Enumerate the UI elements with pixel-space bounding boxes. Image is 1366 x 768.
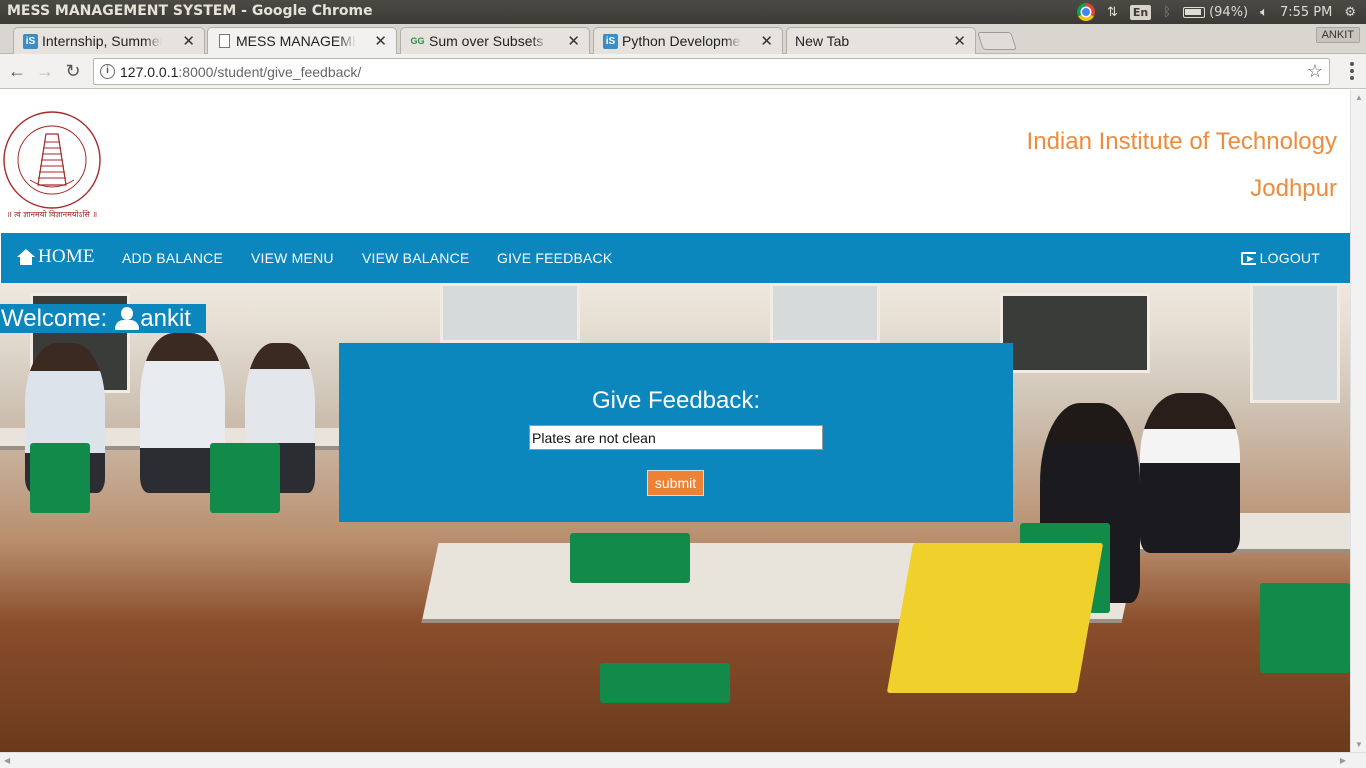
welcome-username: ankit bbox=[140, 305, 191, 332]
yellow-chair bbox=[886, 543, 1104, 693]
is-favicon-icon: iS bbox=[603, 34, 618, 49]
browser-tab[interactable]: New Tab ✕ bbox=[786, 27, 976, 54]
tab-close-icon[interactable]: ✕ bbox=[374, 32, 387, 50]
keyboard-layout-indicator[interactable]: En bbox=[1129, 4, 1152, 20]
clock[interactable]: 7:55 PM bbox=[1280, 5, 1332, 20]
logo-motto: ॥ त्वं ज्ञानमयो विज्ञानमयोऽसि ॥ bbox=[7, 209, 97, 219]
submit-button[interactable]: submit bbox=[647, 470, 704, 496]
browser-menu-icon[interactable] bbox=[1350, 62, 1354, 80]
battery-indicator[interactable]: (94%) bbox=[1183, 5, 1248, 20]
vertical-scrollbar[interactable]: ▲ ▼ bbox=[1350, 90, 1366, 752]
is-favicon-icon: iS bbox=[23, 34, 38, 49]
address-bar[interactable]: i 127.0.0.1:8000/student/give_feedback/ … bbox=[93, 58, 1330, 85]
url-host: 127.0.0.1 bbox=[120, 64, 179, 80]
nav-home-link[interactable]: HOME bbox=[17, 246, 95, 268]
main-navbar: HOME ADD BALANCE VIEW MENU VIEW BALANCE … bbox=[1, 233, 1350, 283]
network-icon[interactable]: ⇅ bbox=[1107, 5, 1118, 20]
green-chair bbox=[30, 443, 90, 513]
student-figure bbox=[1140, 393, 1240, 553]
welcome-label: Welcome: bbox=[1, 305, 108, 332]
back-arrow-icon[interactable]: ← bbox=[6, 60, 28, 82]
tab-title: Sum over Subsets | bbox=[429, 33, 549, 49]
site-info-icon[interactable]: i bbox=[100, 64, 115, 79]
browser-tab[interactable]: GG Sum over Subsets | ✕ bbox=[400, 27, 590, 54]
tab-title: New Tab bbox=[795, 33, 850, 49]
green-chair bbox=[210, 443, 280, 513]
window bbox=[1000, 293, 1150, 373]
tab-close-icon[interactable]: ✕ bbox=[567, 32, 580, 50]
volume-icon[interactable]: 🔈︎ bbox=[1260, 5, 1268, 20]
battery-icon bbox=[1183, 6, 1206, 18]
iit-jodhpur-logo: ॥ त्वं ज्ञानमयो विज्ञानमयोऽसि ॥ bbox=[3, 111, 101, 219]
scroll-left-arrow-icon[interactable]: ◀ bbox=[4, 756, 10, 765]
browser-tab[interactable]: iS Python Developme ✕ bbox=[593, 27, 783, 54]
tab-close-icon[interactable]: ✕ bbox=[760, 32, 773, 50]
chrome-icon[interactable] bbox=[1077, 3, 1096, 21]
forward-arrow-icon[interactable]: → bbox=[34, 60, 56, 82]
feedback-input[interactable] bbox=[529, 425, 823, 450]
document-favicon-icon bbox=[219, 34, 230, 48]
browser-tab-strip: iS Internship, Summer ✕ MESS MANAGEMEN ✕… bbox=[0, 24, 1366, 55]
green-chair bbox=[570, 533, 690, 583]
bluetooth-icon[interactable]: ᛒ bbox=[1163, 5, 1171, 20]
battery-percentage: (94%) bbox=[1209, 4, 1249, 20]
scroll-right-arrow-icon[interactable]: ▶ bbox=[1340, 756, 1346, 765]
feedback-heading: Give Feedback: bbox=[591, 387, 761, 414]
settings-gear-icon[interactable]: ⚙ bbox=[1344, 5, 1356, 20]
new-tab-button[interactable] bbox=[977, 32, 1017, 50]
tab-title: Python Developme bbox=[622, 33, 741, 49]
window bbox=[1250, 283, 1340, 403]
green-chair bbox=[1260, 583, 1350, 673]
institute-name: Indian Institute of Technology bbox=[1026, 128, 1337, 155]
nav-home-label: HOME bbox=[38, 246, 95, 267]
browser-tab[interactable]: iS Internship, Summer ✕ bbox=[13, 27, 205, 54]
institute-city: Jodhpur bbox=[1250, 175, 1337, 202]
user-icon bbox=[115, 306, 140, 332]
nav-view-menu[interactable]: VIEW MENU bbox=[251, 250, 334, 266]
give-feedback-form: Give Feedback: submit bbox=[339, 343, 1013, 522]
nav-add-balance[interactable]: ADD BALANCE bbox=[122, 250, 223, 266]
tab-title: Internship, Summer bbox=[42, 33, 162, 49]
green-chair bbox=[600, 663, 730, 703]
nav-view-balance[interactable]: VIEW BALANCE bbox=[362, 250, 469, 266]
logout-icon bbox=[1240, 251, 1256, 265]
nav-logout-label: LOGOUT bbox=[1259, 250, 1320, 266]
scroll-down-arrow-icon[interactable]: ▼ bbox=[1355, 740, 1363, 749]
system-tray: ⇅ En ᛒ (94%) 🔈︎ 7:55 PM ⚙ bbox=[1077, 3, 1356, 21]
tab-close-icon[interactable]: ✕ bbox=[182, 32, 195, 50]
tab-title: MESS MANAGEMEN bbox=[236, 33, 356, 49]
horizontal-scrollbar[interactable]: ◀ ▶ bbox=[0, 752, 1366, 768]
window bbox=[770, 283, 880, 343]
nav-give-feedback[interactable]: GIVE FEEDBACK bbox=[497, 250, 612, 266]
welcome-banner: Welcome: ankit bbox=[0, 304, 206, 333]
tab-close-icon[interactable]: ✕ bbox=[953, 32, 966, 50]
web-page: ॥ त्वं ज्ञानमयो विज्ञानमयोऽसि ॥ Indian I… bbox=[0, 90, 1350, 752]
browser-toolbar: ← → ↻ i 127.0.0.1:8000/student/give_feed… bbox=[0, 54, 1366, 89]
mess-hall-background-image: Welcome: ankit Give Feedback: submit bbox=[0, 283, 1350, 752]
bookmark-star-icon[interactable]: ☆ bbox=[1307, 61, 1323, 82]
gfg-favicon-icon: GG bbox=[410, 36, 425, 46]
profile-button[interactable]: ANKIT bbox=[1315, 27, 1360, 43]
scroll-up-arrow-icon[interactable]: ▲ bbox=[1355, 93, 1363, 102]
os-top-bar: MESS MANAGEMENT SYSTEM - Google Chrome ⇅… bbox=[0, 0, 1366, 24]
home-icon bbox=[17, 249, 35, 265]
url-path: :8000/student/give_feedback/ bbox=[178, 64, 362, 80]
reload-icon[interactable]: ↻ bbox=[62, 60, 84, 82]
nav-logout[interactable]: LOGOUT bbox=[1240, 250, 1320, 266]
browser-tab-active[interactable]: MESS MANAGEMEN ✕ bbox=[207, 27, 397, 55]
window bbox=[440, 283, 580, 343]
window-title: MESS MANAGEMENT SYSTEM - Google Chrome bbox=[7, 3, 373, 19]
